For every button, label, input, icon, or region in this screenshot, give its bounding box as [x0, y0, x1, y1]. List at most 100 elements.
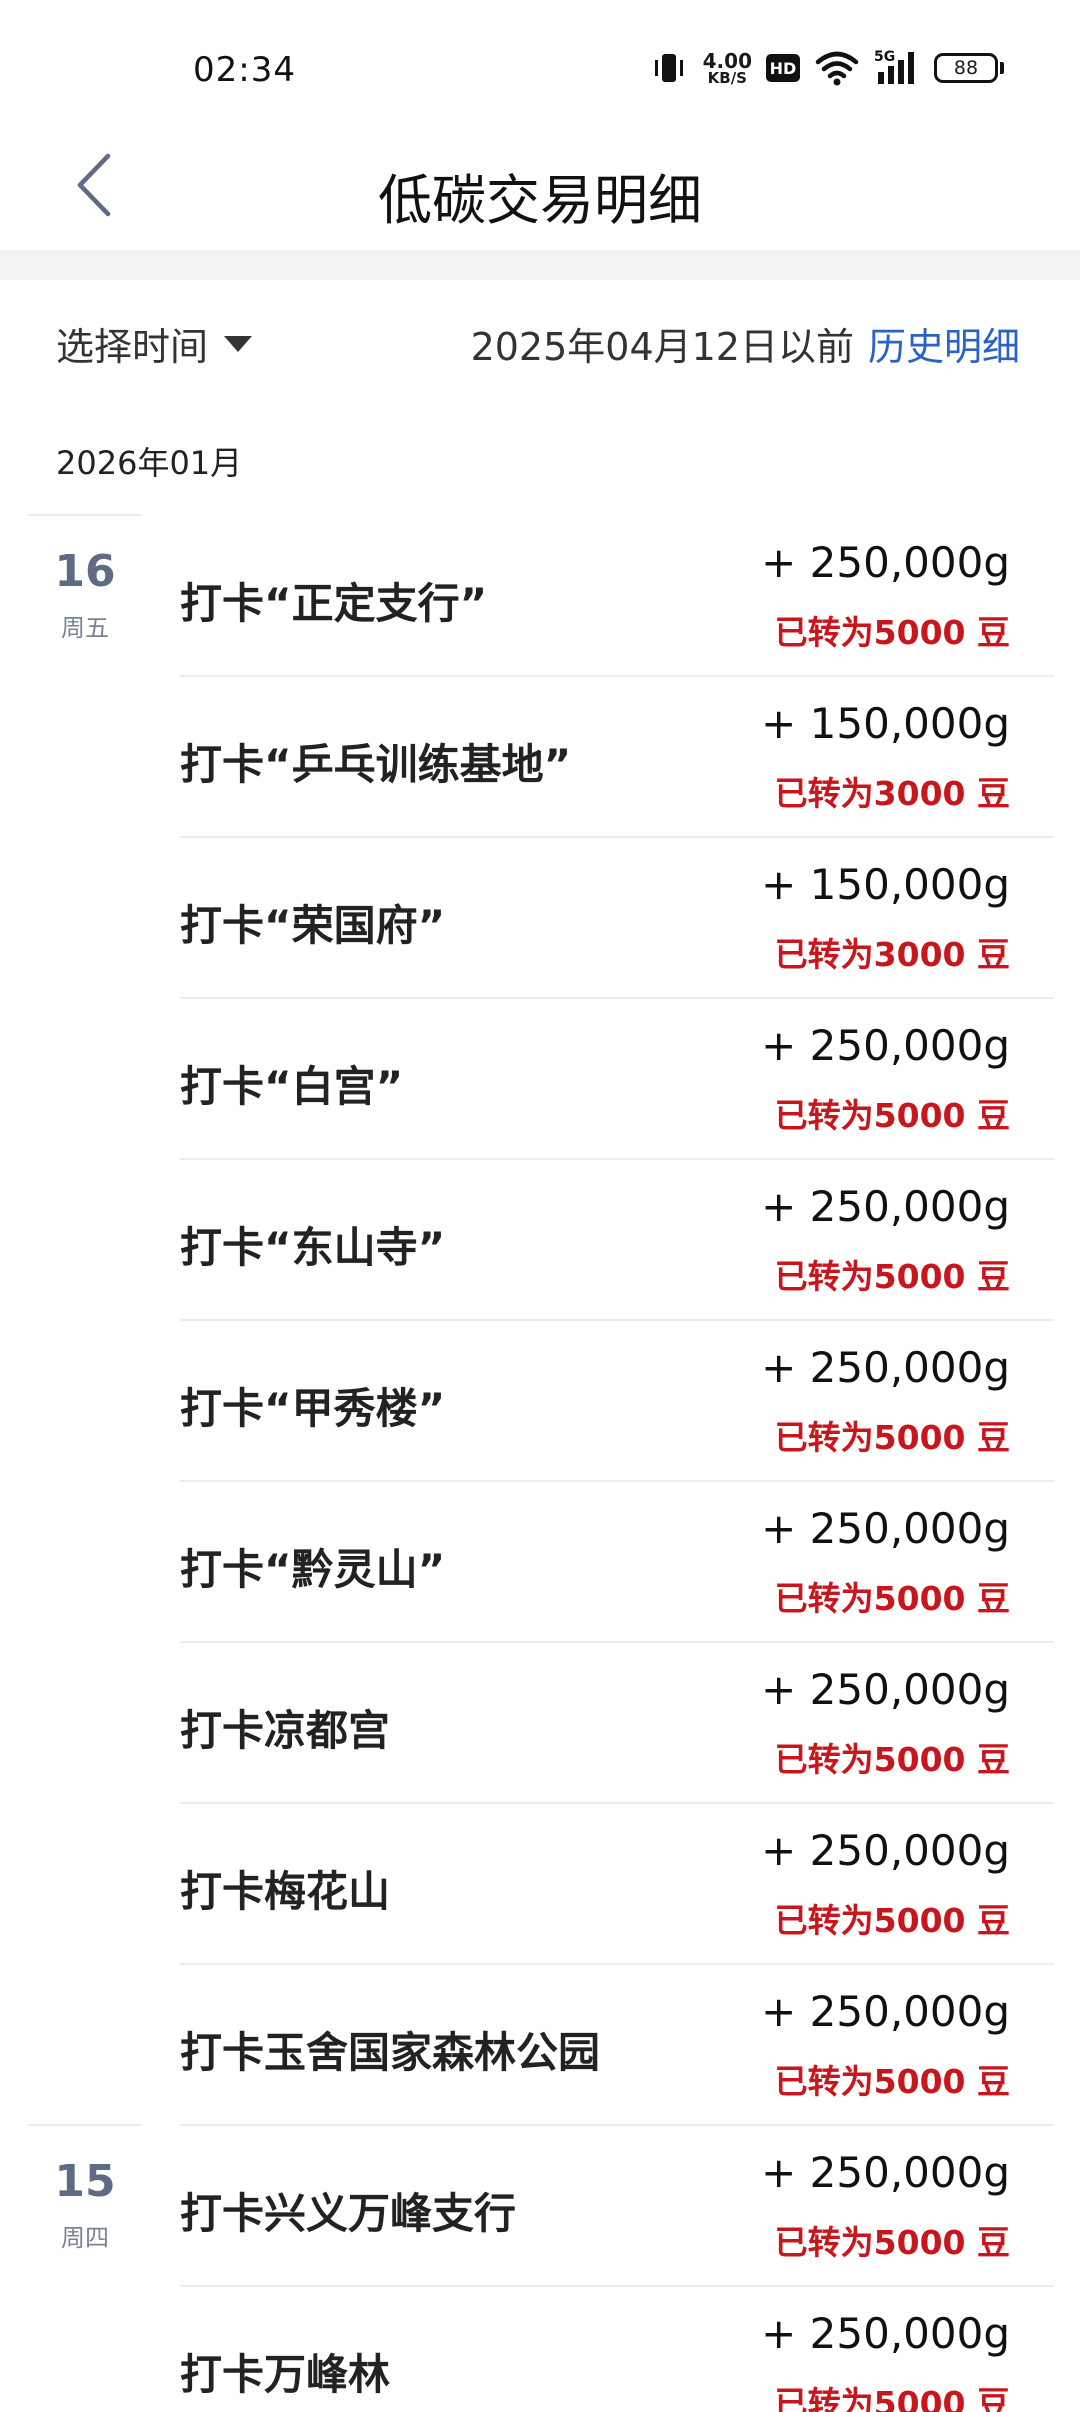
date-column: [28, 2285, 142, 2412]
transaction-row[interactable]: 打卡“乒乓训练基地” + 150,000g 已转为3000 豆: [0, 675, 1080, 836]
transaction-amount: + 250,000g: [761, 1665, 1010, 1714]
transaction-content: 打卡“甲秀楼” + 250,000g 已转为5000 豆: [180, 1319, 1054, 1480]
history-detail-link[interactable]: 历史明细: [868, 316, 1020, 371]
section-divider: [0, 250, 1080, 280]
transaction-title: 打卡兴义万峰支行: [180, 2189, 517, 2238]
transaction-converted: 已转为5000 豆: [774, 1740, 1010, 1779]
transaction-row[interactable]: 打卡梅花山 + 250,000g 已转为5000 豆: [0, 1802, 1080, 1963]
net-speed-value: 4.00: [702, 48, 752, 73]
transaction-content: 打卡“白宫” + 250,000g 已转为5000 豆: [180, 997, 1054, 1158]
date-weekday: 周五: [61, 614, 109, 642]
date-column: [28, 1641, 142, 1802]
net-speed-unit: KB/S: [707, 68, 747, 87]
transaction-content: 打卡“东山寺” + 250,000g 已转为5000 豆: [180, 1158, 1054, 1319]
transaction-row[interactable]: 打卡“白宫” + 250,000g 已转为5000 豆: [0, 997, 1080, 1158]
transaction-title: 打卡“白宫”: [180, 1062, 404, 1111]
transaction-content: 打卡兴义万峰支行 + 250,000g 已转为5000 豆: [180, 2124, 1054, 2285]
transaction-title: 打卡“黔灵山”: [180, 1545, 446, 1594]
transaction-amount: + 250,000g: [761, 538, 1010, 587]
transaction-content: 打卡“黔灵山” + 250,000g 已转为5000 豆: [180, 1480, 1054, 1641]
transaction-content: 打卡“正定支行” + 250,000g 已转为5000 豆: [180, 514, 1054, 675]
time-select-dropdown[interactable]: 选择时间: [56, 316, 253, 371]
status-icons: 4.00 KB/S HD 5G 88: [649, 48, 1004, 88]
month-label: 2026年01月: [56, 444, 243, 482]
battery-icon: 88: [934, 53, 1004, 83]
hd-icon: HD: [766, 54, 800, 82]
transaction-amount: + 250,000g: [761, 1343, 1010, 1392]
signal-icon: 5G: [874, 49, 914, 84]
time-select-label: 选择时间: [56, 325, 209, 369]
transaction-converted: 已转为5000 豆: [774, 2223, 1010, 2262]
transaction-title: 打卡梅花山: [180, 1867, 391, 1916]
transaction-converted: 已转为5000 豆: [774, 1579, 1010, 1618]
transaction-amount: + 150,000g: [761, 699, 1010, 748]
date-column: [28, 836, 142, 997]
vibrate-icon: [654, 54, 683, 82]
date-column: 16 周五: [28, 514, 142, 675]
date-column: 15 周四: [28, 2124, 142, 2285]
transaction-title: 打卡“东山寺”: [180, 1223, 446, 1272]
transaction-row[interactable]: 15 周四 打卡兴义万峰支行 + 250,000g 已转为5000 豆: [0, 2124, 1080, 2285]
transaction-title: 打卡万峰林: [180, 2350, 391, 2399]
transaction-amount: + 250,000g: [761, 2148, 1010, 2197]
transaction-content: 打卡玉舍国家森林公园 + 250,000g 已转为5000 豆: [180, 1963, 1054, 2124]
net-speed: 4.00 KB/S: [703, 51, 752, 86]
transaction-row[interactable]: 打卡“甲秀楼” + 250,000g 已转为5000 豆: [0, 1319, 1080, 1480]
transaction-converted: 已转为5000 豆: [774, 2384, 1010, 2412]
transaction-row[interactable]: 打卡“荣国府” + 150,000g 已转为3000 豆: [0, 836, 1080, 997]
page-title: 低碳交易明细: [378, 169, 702, 232]
date-column: [28, 675, 142, 836]
transaction-title: 打卡“荣国府”: [180, 901, 446, 950]
date-column: [28, 1480, 142, 1641]
caret-down-icon: [224, 335, 253, 352]
filter-row: 选择时间 2025年04月12日以前 历史明细: [0, 306, 1080, 386]
transaction-content: 打卡凉都宫 + 250,000g 已转为5000 豆: [180, 1641, 1054, 1802]
transaction-amount: + 250,000g: [761, 1021, 1010, 1070]
transaction-row[interactable]: 16 周五 打卡“正定支行” + 250,000g 已转为5000 豆: [0, 514, 1080, 675]
transaction-converted: 已转为3000 豆: [774, 935, 1010, 974]
status-bar: 02:34 4.00 KB/S HD 5G 88: [0, 0, 1080, 120]
transaction-content: 打卡“乒乓训练基地” + 150,000g 已转为3000 豆: [180, 675, 1054, 836]
date-column: [28, 1963, 142, 2124]
date-weekday: 周四: [61, 2224, 109, 2252]
battery-level: 88: [934, 53, 998, 83]
transaction-converted: 已转为5000 豆: [774, 2062, 1010, 2101]
transaction-title: 打卡凉都宫: [180, 1706, 391, 1755]
transaction-converted: 已转为5000 豆: [774, 613, 1010, 652]
transaction-content: 打卡梅花山 + 250,000g 已转为5000 豆: [180, 1802, 1054, 1963]
transaction-amount: + 250,000g: [761, 1987, 1010, 2036]
transaction-row[interactable]: 打卡玉舍国家森林公园 + 250,000g 已转为5000 豆: [0, 1963, 1080, 2124]
transaction-converted: 已转为5000 豆: [774, 1901, 1010, 1940]
transaction-converted: 已转为5000 豆: [774, 1418, 1010, 1457]
signal-label: 5G: [874, 49, 895, 65]
transaction-row[interactable]: 打卡“东山寺” + 250,000g 已转为5000 豆: [0, 1158, 1080, 1319]
transaction-row[interactable]: 打卡万峰林 + 250,000g 已转为5000 豆: [0, 2285, 1080, 2412]
date-column: [28, 997, 142, 1158]
date-column: [28, 1158, 142, 1319]
transaction-amount: + 250,000g: [761, 2309, 1010, 2358]
transaction-title: 打卡“乒乓训练基地”: [180, 740, 572, 789]
date-day: 16: [54, 546, 116, 597]
transaction-content: 打卡“荣国府” + 150,000g 已转为3000 豆: [180, 836, 1054, 997]
transaction-row[interactable]: 打卡“黔灵山” + 250,000g 已转为5000 豆: [0, 1480, 1080, 1641]
transaction-converted: 已转为3000 豆: [774, 774, 1010, 813]
transaction-title: 打卡玉舍国家森林公园: [180, 2028, 601, 2077]
transaction-converted: 已转为5000 豆: [774, 1257, 1010, 1296]
status-time: 02:34: [193, 50, 296, 90]
date-column: [28, 1802, 142, 1963]
date-column: [28, 1319, 142, 1480]
transaction-amount: + 250,000g: [761, 1182, 1010, 1231]
nav-header: 低碳交易明细: [0, 120, 1080, 250]
history-info: 2025年04月12日以前 历史明细: [471, 316, 1020, 371]
transaction-title: 打卡“甲秀楼”: [180, 1384, 446, 1433]
transaction-amount: + 250,000g: [761, 1504, 1010, 1553]
transaction-converted: 已转为5000 豆: [774, 1096, 1010, 1135]
transaction-amount: + 150,000g: [761, 860, 1010, 909]
date-day: 15: [54, 2156, 116, 2207]
transaction-amount: + 250,000g: [761, 1826, 1010, 1875]
before-date-text: 2025年04月12日以前: [470, 325, 854, 369]
transaction-row[interactable]: 打卡凉都宫 + 250,000g 已转为5000 豆: [0, 1641, 1080, 1802]
transaction-content: 打卡万峰林 + 250,000g 已转为5000 豆: [180, 2285, 1054, 2412]
transaction-list: 16 周五 打卡“正定支行” + 250,000g 已转为5000 豆打卡“乒乓训练基地…: [0, 514, 1080, 2412]
wifi-icon: [815, 51, 859, 86]
